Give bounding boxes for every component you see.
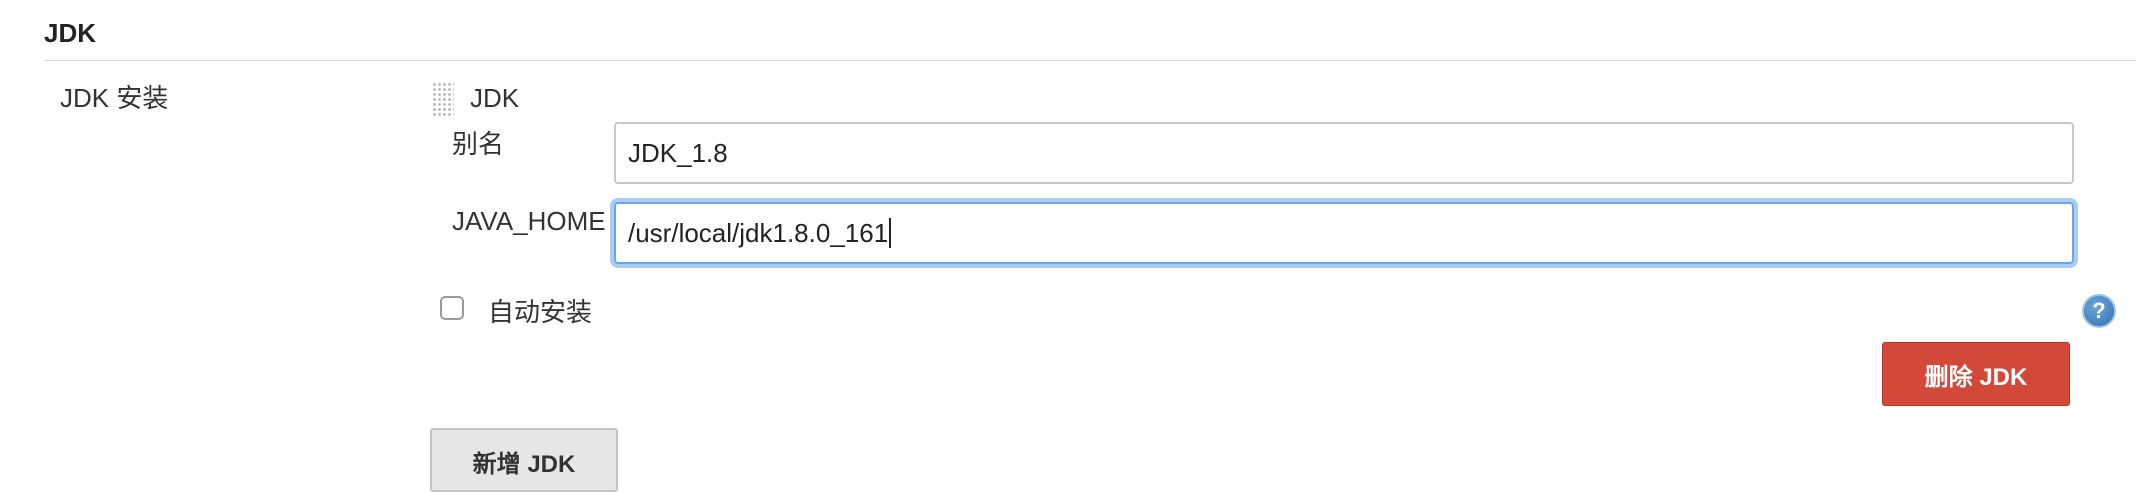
jdk-entry-title: JDK bbox=[470, 83, 520, 113]
auto-install-label[interactable]: 自动安装 bbox=[488, 292, 592, 329]
section-title: JDK bbox=[44, 18, 97, 48]
delete-jdk-button[interactable]: 删除 JDK bbox=[1882, 342, 2070, 406]
setting-label: JDK 安装 bbox=[60, 83, 169, 113]
java-home-input-value: /usr/local/jdk1.8.0_161 bbox=[628, 217, 889, 248]
text-caret bbox=[889, 218, 892, 248]
java-home-input[interactable]: /usr/local/jdk1.8.0_161 bbox=[614, 202, 2074, 264]
alias-input-value: JDK_1.8 bbox=[628, 137, 728, 168]
alias-input[interactable]: JDK_1.8 bbox=[614, 122, 2074, 184]
drag-handle-icon[interactable] bbox=[432, 82, 454, 116]
alias-label: 别名 bbox=[452, 129, 505, 159]
section-divider bbox=[44, 60, 2136, 61]
auto-install-checkbox[interactable] bbox=[440, 296, 464, 320]
add-jdk-button[interactable]: 新增 JDK bbox=[430, 428, 618, 492]
java-home-label: JAVA_HOME bbox=[452, 206, 606, 236]
help-icon[interactable]: ? bbox=[2082, 294, 2116, 328]
